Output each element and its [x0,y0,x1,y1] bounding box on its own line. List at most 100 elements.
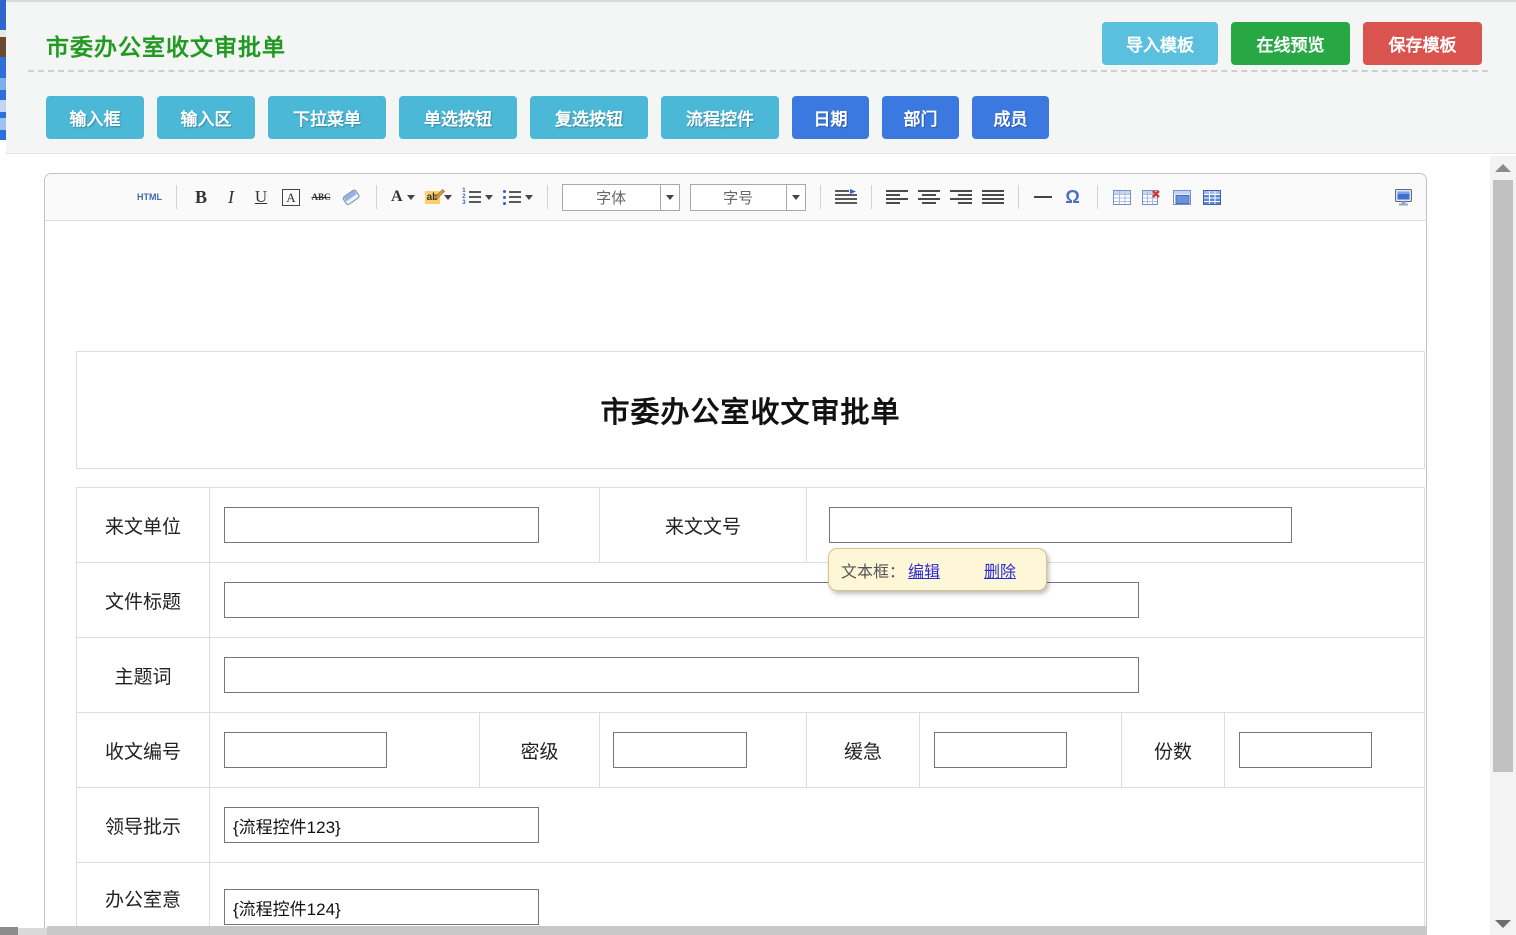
field-label: 文件标题 [77,563,210,637]
underline-button[interactable]: U [251,184,271,210]
toolbar-separator [176,185,177,209]
font-family-select[interactable]: 字体 [562,184,680,211]
component-button-flow-control[interactable]: 流程控件 [661,96,779,139]
doc-number-input[interactable] [829,507,1292,543]
cell-properties-button[interactable] [1202,184,1222,210]
field-label: 密级 [480,713,600,787]
component-button-radio[interactable]: 单选按钮 [399,96,517,139]
delete-link[interactable]: 删除 [984,558,1016,582]
indent-button[interactable] [835,184,857,210]
delete-table-icon [1142,190,1161,205]
chevron-down-icon [485,195,493,200]
unordered-list-icon [503,190,521,205]
component-button-date[interactable]: 日期 [792,96,869,139]
html-source-icon: HTML [137,192,162,202]
scrollbar-thumb[interactable] [1493,180,1513,772]
secrecy-level-input[interactable] [613,732,747,768]
toolbar-separator [547,185,548,209]
table-row: 办公室意 [77,863,1424,935]
scroll-down-button[interactable] [1495,920,1511,928]
header-actions: 导入模板 在线预览 保存模板 [1102,22,1482,65]
justify-button[interactable] [982,184,1004,210]
eraser-button[interactable] [341,184,362,210]
font-size-select[interactable]: 字号 [690,184,806,211]
highlight-color-button[interactable]: ab [425,184,453,210]
toolbar-separator [820,185,821,209]
import-template-button[interactable]: 导入模板 [1102,22,1218,65]
online-preview-button[interactable]: 在线预览 [1231,22,1350,65]
save-template-button[interactable]: 保存模板 [1363,22,1482,65]
component-buttons: 输入框 输入区 下拉菜单 单选按钮 复选按钮 流程控件 日期 部门 成员 [46,96,1049,139]
toolbar-separator [1018,185,1019,209]
format-a-button[interactable]: A [281,184,301,210]
source-unit-input[interactable] [224,507,539,543]
table-row: 领导批示 [77,788,1424,863]
field-label: 来文单位 [77,488,210,562]
screen: 市委办公室收文审批单 导入模板 在线预览 保存模板 输入框 输入区 下拉菜单 单… [0,0,1516,935]
table-properties-button[interactable] [1172,184,1192,210]
field-label: 办公室意 [77,863,210,935]
table-cell [1225,713,1424,787]
ordered-list-button[interactable]: 1 2 3 [462,184,492,210]
page-title: 市委办公室收文审批单 [46,28,286,62]
horizontal-scrollbar[interactable] [47,926,1427,935]
component-button-department[interactable]: 部门 [882,96,959,139]
vertical-scrollbar[interactable] [1490,156,1516,935]
delete-table-button[interactable] [1142,184,1162,210]
align-center-button[interactable] [918,184,940,210]
chevron-down-icon [660,185,679,210]
leader-comment-input[interactable] [224,807,539,843]
table-cell [210,863,1424,935]
edit-link[interactable]: 编辑 [908,558,940,582]
pencil-icon [434,188,446,200]
italic-button[interactable]: I [221,184,241,210]
component-button-input-field[interactable]: 输入框 [46,96,144,139]
table-cell [210,713,480,787]
indent-icon [835,189,857,205]
toolbar-separator [376,185,377,209]
table-cell [210,788,1424,862]
bold-button[interactable]: B [191,184,211,210]
horizontal-rule-button[interactable] [1033,184,1053,210]
toolbar-separator [871,185,872,209]
component-button-textarea[interactable]: 输入区 [157,96,255,139]
highlight-icon: ab [425,191,441,204]
subject-word-input[interactable] [224,657,1139,693]
special-char-button[interactable]: Ω [1063,184,1083,210]
unordered-list-button[interactable] [503,184,533,210]
component-button-member[interactable]: 成员 [972,96,1049,139]
strikethrough-button[interactable]: ABC [311,184,331,210]
fullscreen-button[interactable] [1393,184,1414,210]
eraser-icon [341,188,362,207]
urgency-input[interactable] [934,732,1067,768]
table-properties-icon [1173,190,1191,205]
table-cell [210,563,1424,637]
component-button-dropdown[interactable]: 下拉菜单 [268,96,386,139]
copies-input[interactable] [1239,732,1372,768]
cell-properties-icon [1203,190,1221,205]
table-cell [210,488,600,562]
font-color-button[interactable]: A [391,184,415,210]
office-opinion-input[interactable] [224,889,539,925]
align-left-button[interactable] [886,184,908,210]
insert-table-button[interactable] [1112,184,1132,210]
field-label: 缓急 [807,713,920,787]
field-label: 收文编号 [77,713,210,787]
component-button-checkbox[interactable]: 复选按钮 [530,96,648,139]
editor-content[interactable]: 市委办公室收文审批单 来文单位 来文文号 文件标题 [45,221,1426,935]
toolbar-separator [1097,185,1098,209]
font-size-value: 字号 [691,185,786,210]
field-label: 主题词 [77,638,210,712]
align-right-button[interactable] [950,184,972,210]
source-code-button[interactable]: HTML [137,184,162,210]
receipt-number-input[interactable] [224,732,387,768]
table-cell [920,713,1122,787]
form-title: 市委办公室收文审批单 [600,389,900,431]
ordered-list-icon: 1 2 3 [462,189,480,206]
table-row: 来文单位 来文文号 [77,488,1424,563]
form-title-box: 市委办公室收文审批单 [76,351,1425,469]
chevron-down-icon [786,185,805,210]
field-label: 来文文号 [600,488,807,562]
scroll-up-button[interactable] [1495,164,1511,172]
chevron-down-icon [525,195,533,200]
